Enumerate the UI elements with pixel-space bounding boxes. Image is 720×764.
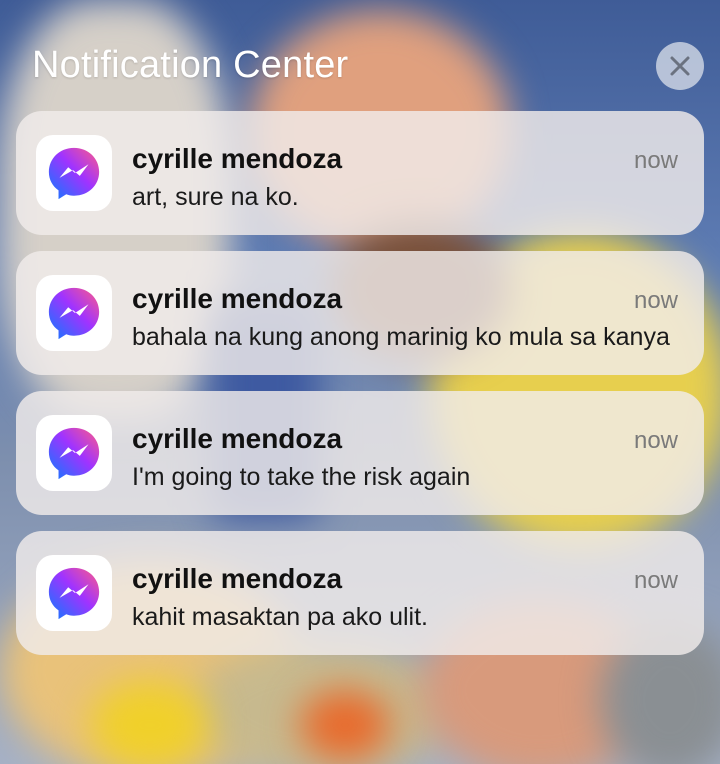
messenger-icon	[48, 567, 100, 620]
notification-sender: cyrille mendoza	[132, 283, 343, 314]
notification-time: now	[633, 287, 678, 314]
messenger-icon	[48, 147, 100, 200]
notification-message: I'm going to take the risk again	[132, 463, 471, 491]
notification-time: now	[633, 567, 678, 594]
messenger-app-icon	[36, 135, 112, 211]
close-icon	[670, 56, 690, 76]
notification-sender: cyrille mendoza	[132, 423, 343, 454]
notification-list: cyrille mendoza now art, sure na ko. cyr…	[16, 111, 704, 671]
notification-card[interactable]: cyrille mendoza now art, sure na ko.	[16, 111, 704, 235]
notification-center-title: Notification Center	[32, 44, 349, 86]
notification-time: now	[633, 147, 678, 174]
close-button[interactable]	[656, 42, 704, 90]
messenger-app-icon	[36, 555, 112, 631]
notification-card[interactable]: cyrille mendoza now bahala na kung anong…	[16, 251, 704, 375]
messenger-icon	[48, 287, 100, 340]
messenger-icon	[48, 427, 100, 480]
notification-sender: cyrille mendoza	[132, 143, 343, 174]
notification-sender: cyrille mendoza	[132, 563, 343, 594]
notification-message: kahit masaktan pa ako ulit.	[132, 603, 428, 631]
notification-card[interactable]: cyrille mendoza now I'm going to take th…	[16, 391, 704, 515]
notification-message: bahala na kung anong marinig ko mula sa …	[132, 323, 670, 351]
messenger-app-icon	[36, 275, 112, 351]
notification-card[interactable]: cyrille mendoza now kahit masaktan pa ak…	[16, 531, 704, 655]
notification-time: now	[633, 427, 678, 454]
notification-message: art, sure na ko.	[132, 183, 299, 211]
messenger-app-icon	[36, 415, 112, 491]
